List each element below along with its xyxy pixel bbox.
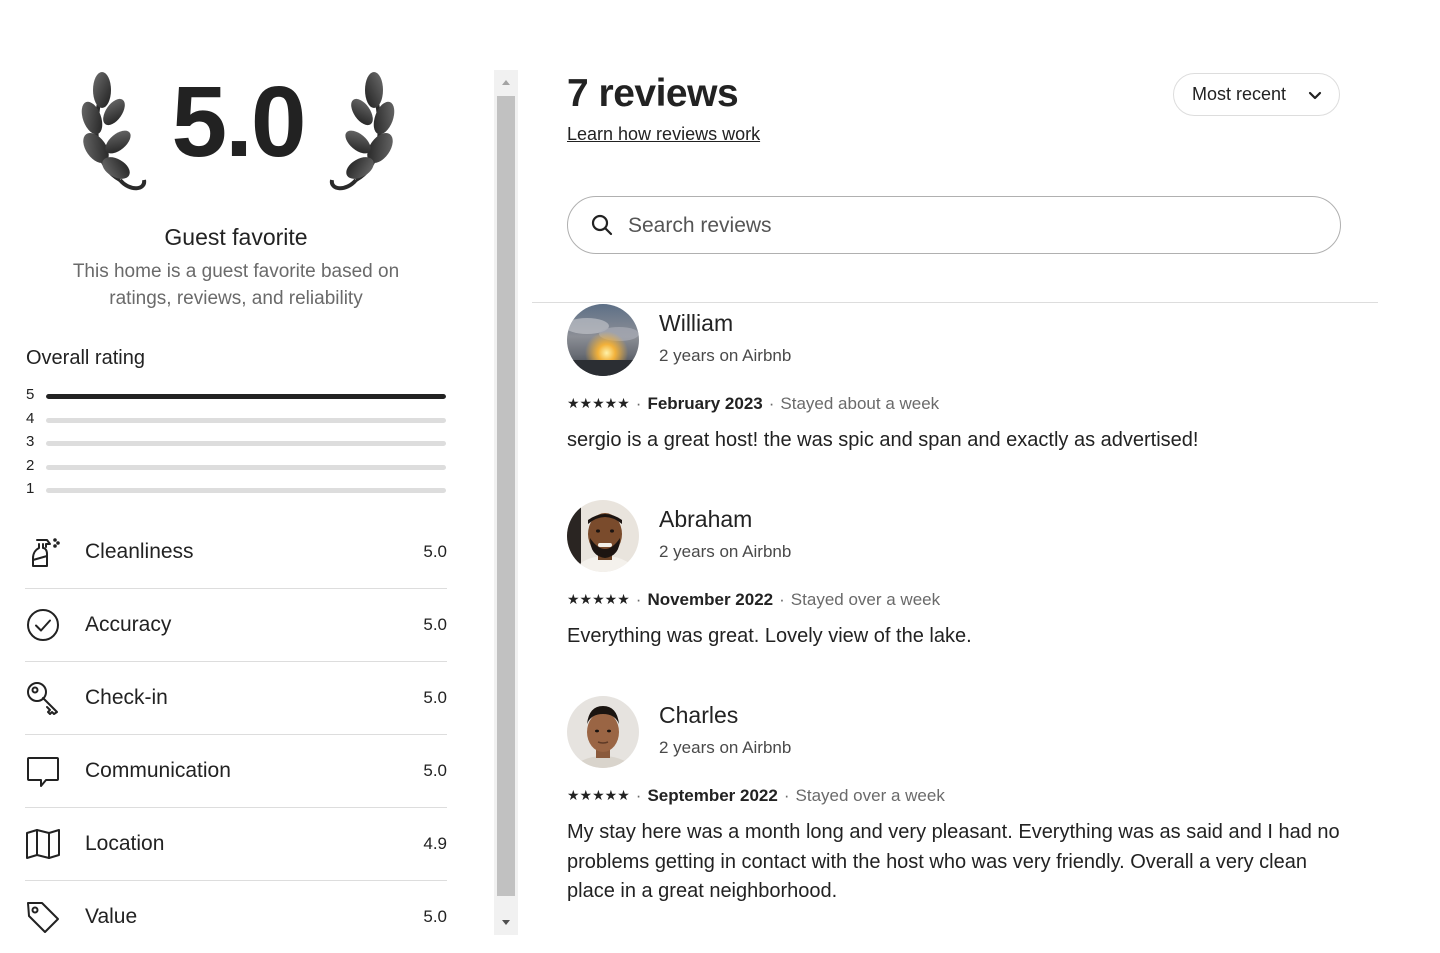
scroll-up-arrow-icon[interactable] (494, 70, 518, 94)
category-ratings: Cleanliness 5.0 Accuracy 5.0 Check-in 5.… (25, 516, 447, 953)
review-meta-line: ★★★★★ · September 2022 · Stayed over a week (567, 786, 945, 806)
stay-duration: Stayed over a week (790, 590, 941, 609)
star-rating: ★★★★★ (567, 591, 630, 607)
rating-bar-row: 3 (26, 432, 446, 456)
category-name: Accuracy (85, 613, 172, 636)
rating-bar-star-count: 4 (26, 409, 35, 427)
reviewer-tenure: 2 years on Airbnb (659, 738, 792, 757)
rating-bar-star-count: 5 (26, 386, 35, 403)
search-icon (590, 213, 614, 237)
rating-bar-star-count: 3 (26, 433, 35, 451)
reviews-panel: 7 reviews Learn how reviews work Most re… (532, 0, 1378, 935)
category-score: 5.0 (423, 542, 447, 561)
star-rating: ★★★★★ (567, 787, 630, 803)
scrollbar[interactable] (494, 70, 518, 935)
rating-bar-row: 4 (26, 409, 446, 433)
scrollbar-thumb[interactable] (497, 96, 515, 896)
rating-bar-fill (46, 394, 446, 399)
rating-bar-row: 2 (26, 456, 446, 480)
reviewer-name: Charles (659, 702, 739, 728)
rating-bar-track (46, 464, 446, 470)
chevron-down-icon (1307, 87, 1323, 103)
star-rating: ★★★★★ (567, 395, 630, 411)
rating-bar-track (46, 417, 446, 423)
rating-distribution: 5 4 3 2 1 (26, 385, 446, 503)
category-location: Location 4.9 (25, 808, 447, 881)
reviewer-name: Abraham (659, 506, 753, 532)
guest-favorite-badge: 5.0 (80, 68, 396, 218)
speech-bubble-icon (25, 753, 61, 789)
sort-dropdown-button[interactable]: Most recent (1173, 73, 1340, 116)
separator-dot: · (635, 394, 642, 413)
overall-rating-label: Overall rating (26, 347, 145, 369)
review-date: November 2022 (647, 590, 774, 609)
category-communication: Communication 5.0 (25, 735, 447, 808)
category-name: Check-in (85, 686, 168, 709)
check-circle-icon (25, 607, 61, 643)
separator-dot: · (779, 590, 785, 609)
scroll-down-arrow-icon[interactable] (494, 911, 518, 935)
map-icon (25, 826, 61, 862)
header-divider (532, 302, 1378, 303)
rating-bar-track (46, 394, 446, 399)
reviewer-tenure: 2 years on Airbnb (659, 346, 792, 365)
rating-bar-row: 1 (26, 479, 446, 503)
reviewer-name: William (659, 310, 734, 336)
category-score: 5.0 (423, 615, 447, 634)
rating-summary-panel: 5.0 Guest favorite This home is a guest … (0, 0, 470, 935)
category-score: 4.9 (423, 834, 447, 853)
overall-score: 5.0 (171, 66, 306, 178)
rating-bar-star-count: 2 (26, 456, 35, 474)
reviewer-tenure: 2 years on Airbnb (659, 542, 792, 561)
search-reviews-field[interactable] (567, 196, 1341, 254)
category-score: 5.0 (423, 761, 447, 780)
category-check-in: Check-in 5.0 (25, 662, 447, 735)
review-item: Abraham 2 years on Airbnb ★★★★★ · November… (567, 500, 1347, 660)
separator-dot: · (635, 786, 642, 805)
avatar[interactable] (567, 500, 639, 572)
review-meta-line: ★★★★★ · November 2022 · Stayed over a week (567, 590, 940, 610)
category-name: Communication (85, 759, 231, 782)
search-reviews-input[interactable] (626, 209, 1310, 243)
stay-duration: Stayed over a week (795, 786, 945, 805)
review-meta-line: ★★★★★ · February 2023 · Stayed about a week (567, 394, 939, 414)
laurel-left-icon (80, 68, 150, 194)
review-item: Charles 2 years on Airbnb ★★★★★ · Septembe… (567, 696, 1347, 916)
laurel-right-icon (326, 68, 396, 194)
rating-bar-track (46, 488, 446, 494)
avatar[interactable] (567, 304, 639, 376)
stay-duration: Stayed about a week (780, 394, 940, 413)
category-accuracy: Accuracy 5.0 (25, 589, 447, 662)
guest-favorite-title: Guest favorite (164, 224, 308, 250)
guest-favorite-subtitle: This home is a guest favorite based on r… (72, 261, 400, 309)
category-name: Value (85, 905, 138, 928)
review-text: sergio is a great host! the was spic and… (567, 429, 1199, 451)
review-item: William 2 years on Airbnb ★★★★★ · February… (567, 304, 1347, 464)
reviews-count-title: 7 reviews (567, 72, 739, 115)
category-score: 5.0 (423, 907, 447, 926)
key-icon (25, 680, 61, 716)
review-date: February 2023 (647, 394, 763, 413)
category-cleanliness: Cleanliness 5.0 (25, 516, 447, 589)
rating-bar-track (46, 441, 446, 447)
category-score: 5.0 (423, 688, 447, 707)
spray-bottle-icon (25, 534, 61, 570)
category-name: Location (85, 832, 165, 855)
avatar[interactable] (567, 696, 639, 768)
review-text: My stay here was a month long and very p… (567, 821, 1340, 902)
review-text: Everything was great. Lovely view of the… (567, 625, 972, 647)
sort-dropdown-label: Most recent (1192, 84, 1287, 104)
category-value: Value 5.0 (25, 881, 447, 953)
separator-dot: · (768, 394, 775, 413)
rating-bar-star-count: 1 (26, 480, 35, 498)
review-date: September 2022 (647, 786, 778, 805)
category-name: Cleanliness (85, 540, 194, 563)
learn-how-reviews-work-link[interactable]: Learn how reviews work (567, 124, 760, 145)
separator-dot: · (635, 590, 642, 609)
price-tag-icon (25, 899, 61, 935)
rating-bar-row: 5 (26, 385, 446, 409)
separator-dot: · (783, 786, 790, 805)
